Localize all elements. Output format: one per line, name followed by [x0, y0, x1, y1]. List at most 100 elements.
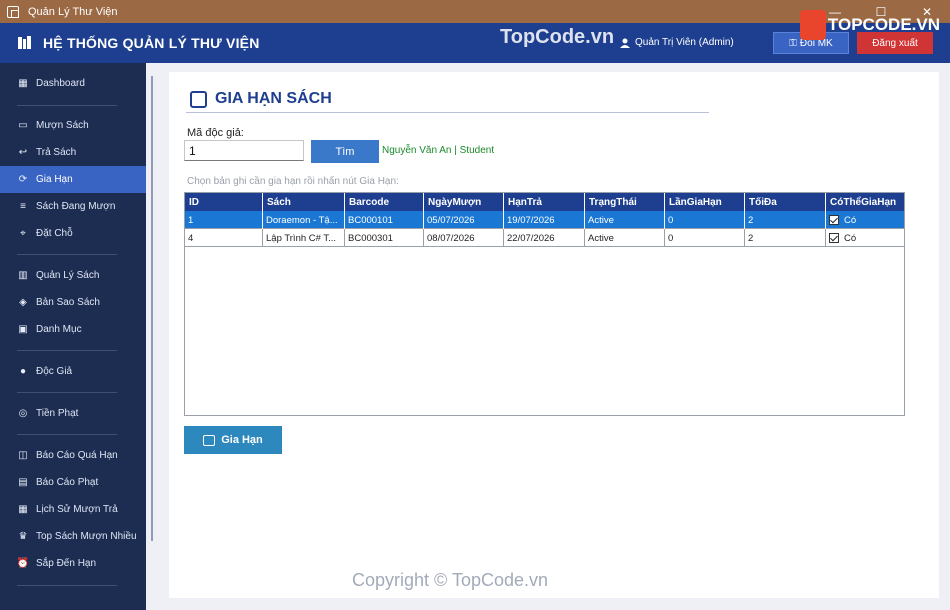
checkbox[interactable] [829, 215, 839, 225]
alarm-icon: ⏰ [16, 558, 30, 569]
logo-text: TOPCODE.VN [827, 15, 940, 34]
sidebar-item-fine-report[interactable]: ▤ Báo Cáo Phạt [0, 469, 146, 496]
sidebar-item-label: Top Sách Mượn Nhiều [36, 531, 137, 542]
report-icon: ◫ [18, 450, 28, 461]
sidebar-item-label: Quản Lý Sách [36, 270, 100, 281]
column-header[interactable]: NgàyMượn [424, 193, 504, 211]
cell-id: 1 [185, 211, 263, 229]
table-row[interactable]: 4 Lập Trình C# T... BC000301 08/07/2026 … [185, 229, 904, 247]
column-header[interactable]: ID [185, 193, 263, 211]
column-header[interactable]: TốiĐa [745, 193, 826, 211]
cell-renew-count: 0 [665, 211, 745, 229]
instruction-hint: Chọn bản ghi cần gia hạn rồi nhấn nút Gi… [187, 176, 399, 187]
sidebar-divider [17, 350, 117, 351]
sidebar-item-label: Độc Giả [36, 366, 73, 377]
window-title: Quản Lý Thư Viện [28, 5, 118, 18]
sidebar-item-renew[interactable]: ⟳ Gia Hạn [0, 166, 146, 193]
table-row[interactable]: 1 Doraemon - Tậ... BC000101 05/07/2026 1… [185, 211, 904, 229]
search-button[interactable]: Tìm [311, 140, 379, 163]
checkbox[interactable] [829, 233, 839, 243]
sidebar-item-manage-books[interactable]: ▥ Quản Lý Sách [0, 262, 146, 289]
app-icon [7, 5, 19, 18]
coin-icon: ◎ [18, 408, 28, 419]
sidebar-item-label: Danh Mục [36, 324, 82, 335]
app-title: HỆ THỐNG QUẢN LÝ THƯ VIỆN [43, 35, 260, 51]
sidebar-item-copies[interactable]: ◈ Bản Sao Sách [0, 289, 146, 316]
current-user: Quản Trị Viên (Admin) [620, 37, 734, 48]
sidebar-item-reserve[interactable]: ⌖ Đặt Chỗ [0, 220, 146, 247]
sidebar-item-label: Lịch Sử Mượn Trả [36, 504, 118, 515]
column-header[interactable]: Sách [263, 193, 345, 211]
reader-info: Nguyễn Văn An | Student [382, 145, 495, 156]
can-renew-label: Có [844, 214, 857, 226]
sidebar-item-due-soon[interactable]: ⏰ Sắp Đến Hạn [0, 550, 146, 577]
cell-due-date: 19/07/2026 [504, 211, 585, 229]
list-icon: ≡ [20, 201, 26, 212]
logo-icon [800, 10, 826, 40]
sidebar-item-label: Trả Sách [36, 147, 77, 158]
column-header[interactable]: HạnTrả [504, 193, 585, 211]
cell-book: Lập Trình C# T... [263, 229, 345, 247]
reader-id-input[interactable] [184, 140, 304, 161]
sidebar-item-label: Tiền Phạt [36, 408, 79, 419]
sidebar-item-readers[interactable]: ● Độc Giả [0, 358, 146, 385]
sidebar-item-dashboard[interactable]: ▦ Dashboard [0, 70, 146, 97]
cell-max: 2 [745, 211, 826, 229]
topcode-logo: TOPCODE.VN [800, 8, 940, 42]
vertical-scrollbar[interactable] [151, 76, 153, 541]
page-title: GIA HẠN SÁCH [190, 90, 332, 108]
title-divider [186, 112, 709, 113]
user-icon [620, 38, 630, 48]
copyright-watermark: Copyright © TopCode.vn [352, 570, 549, 590]
cell-max: 2 [745, 229, 826, 247]
cell-can-renew: Có [826, 229, 904, 247]
trophy-icon: ♛ [18, 531, 28, 542]
history-icon: ▦ [18, 504, 28, 515]
sidebar-item-label: Dashboard [36, 78, 85, 89]
cell-barcode: BC000101 [345, 211, 424, 229]
sidebar-item-top-books[interactable]: ♛ Top Sách Mượn Nhiều [0, 523, 146, 550]
cell-status: Active [585, 211, 665, 229]
books-icon: ▥ [18, 270, 28, 281]
cell-status: Active [585, 229, 665, 247]
column-header[interactable]: Barcode [345, 193, 424, 211]
pin-icon: ⌖ [20, 228, 26, 239]
book-icon: ▭ [18, 120, 28, 131]
sidebar-item-label: Sắp Đến Hạn [36, 558, 97, 569]
renew-button[interactable]: Gia Hạn [184, 426, 282, 454]
cell-renew-count: 0 [665, 229, 745, 247]
sidebar-item-borrow[interactable]: ▭ Mượn Sách [0, 112, 146, 139]
sidebar-item-label: Đặt Chỗ [36, 228, 73, 239]
chart-icon: ▦ [18, 78, 28, 89]
borrow-records-grid[interactable]: ID Sách Barcode NgàyMượn HạnTrả TrạngThá… [184, 192, 905, 416]
sidebar-item-return[interactable]: ↩ Trả Sách [0, 139, 146, 166]
column-header[interactable]: LầnGiaHạn [665, 193, 745, 211]
column-header[interactable]: TrạngThái [585, 193, 665, 211]
books-icon [18, 36, 31, 49]
sidebar-item-label: Sách Đang Mượn [36, 201, 116, 212]
calendar-icon: ▣ [18, 324, 28, 335]
renew-icon: ⟳ [18, 174, 28, 185]
column-header[interactable]: CóThểGiaHạn [826, 193, 904, 211]
sidebar-item-history[interactable]: ▦ Lịch Sử Mượn Trả [0, 496, 146, 523]
sidebar-divider [17, 392, 117, 393]
cell-barcode: BC000301 [345, 229, 424, 247]
cell-borrow-date: 05/07/2026 [424, 211, 504, 229]
return-icon: ↩ [18, 147, 28, 158]
cell-can-renew: Có [826, 211, 904, 229]
sidebar-item-borrowing[interactable]: ≡ Sách Đang Mượn [0, 193, 146, 220]
page-title-text: GIA HẠN SÁCH [215, 90, 332, 107]
sidebar-divider [17, 434, 117, 435]
box-icon: ◈ [19, 297, 27, 308]
sidebar-item-label: Báo Cáo Phạt [36, 477, 99, 488]
sidebar-item-fines[interactable]: ◎ Tiền Phạt [0, 400, 146, 427]
sidebar-item-overdue-report[interactable]: ◫ Báo Cáo Quá Hạn [0, 442, 146, 469]
cell-due-date: 22/07/2026 [504, 229, 585, 247]
cell-borrow-date: 08/07/2026 [424, 229, 504, 247]
sidebar-item-label: Gia Hạn [36, 174, 73, 185]
reader-id-label: Mã độc giả: [187, 127, 244, 139]
sidebar-item-label: Bản Sao Sách [36, 297, 100, 308]
watermark-brand: TopCode.vn [500, 26, 615, 48]
can-renew-label: Có [844, 232, 857, 244]
sidebar-item-categories[interactable]: ▣ Danh Mục [0, 316, 146, 343]
